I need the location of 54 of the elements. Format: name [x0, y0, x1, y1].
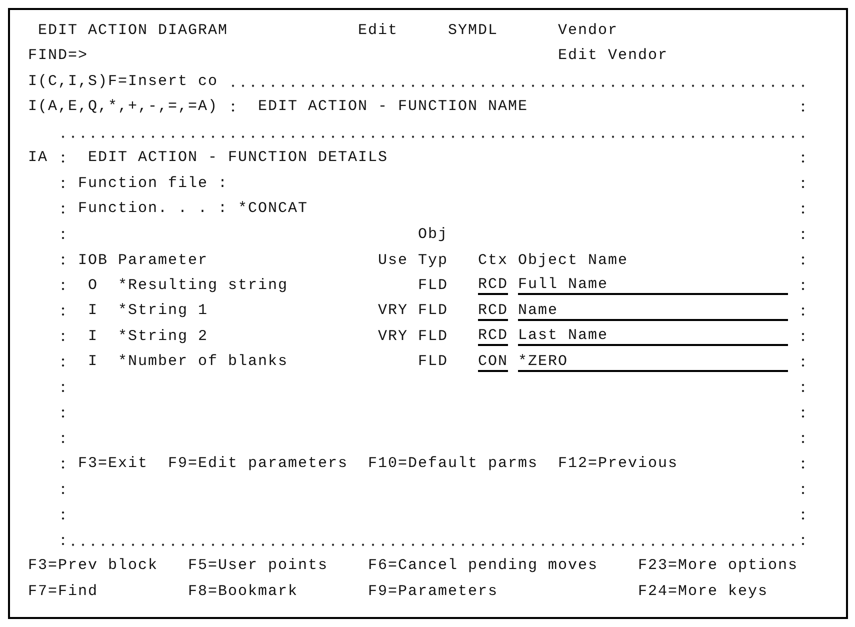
function-name: Edit Vendor: [558, 47, 668, 66]
function-key-hint: F9=Parameters: [368, 582, 498, 601]
table-cell: I: [88, 328, 98, 346]
context-field[interactable]: RCD: [478, 276, 508, 296]
table-cell: *Number of blanks: [118, 353, 288, 372]
function-key-hint: F12=Previous: [558, 455, 678, 474]
function-key-hint: F3=Exit: [78, 455, 148, 474]
object-name-field[interactable]: Full Name: [518, 276, 788, 296]
line-command-hint: I(C,I,S)F=Insert co: [28, 72, 218, 91]
function-key-hint: F5=User points: [188, 557, 328, 576]
column-heading: Use: [378, 250, 408, 270]
context-field[interactable]: CON: [478, 352, 508, 372]
object-name-field[interactable]: Name: [518, 302, 788, 321]
model-name: SYMDL: [448, 22, 498, 40]
table-cell: FLD: [418, 302, 448, 320]
table-cell: FLD: [418, 353, 448, 372]
column-heading: Object Name: [518, 250, 628, 270]
column-heading: IOB: [78, 250, 108, 270]
action-options: I(A,E,Q,*,+,-,=,=A): [28, 98, 218, 116]
table-cell: VRY: [378, 328, 408, 346]
function-key-hint: F6=Cancel pending moves: [368, 557, 598, 576]
window-title: EDIT ACTION - FUNCTION DETAILS: [88, 149, 388, 168]
function-key-hint: F23=More options: [638, 557, 798, 576]
table-cell: VRY: [378, 302, 408, 320]
column-heading: Obj Typ: [418, 225, 448, 270]
mode-label: Edit: [358, 22, 398, 40]
function-key-hint: F24=More keys: [638, 582, 768, 601]
screen-title: EDIT ACTION DIAGRAM: [38, 22, 228, 40]
table-cell: *String 2: [118, 328, 208, 346]
field-label: Function. . . :: [78, 200, 228, 218]
window-title: EDIT ACTION - FUNCTION NAME: [258, 98, 528, 116]
action-code: IA: [28, 149, 48, 168]
function-key-hint: F10=Default parms: [368, 455, 538, 474]
table-cell: O: [88, 276, 98, 295]
table-cell: FLD: [418, 328, 448, 346]
find-prompt: FIND=>: [28, 47, 88, 66]
field-label: Function file :: [78, 174, 228, 193]
object-name-field[interactable]: *ZERO: [518, 352, 788, 372]
table-cell: I: [88, 353, 98, 372]
object-name-field[interactable]: Last Name: [518, 327, 788, 346]
table-cell: FLD: [418, 276, 448, 295]
column-heading: Ctx: [478, 250, 508, 270]
function-key-hint: F7=Find: [28, 582, 98, 601]
function-key-hint: F9=Edit parameters: [168, 455, 348, 474]
function-key-hint: F3=Prev block: [28, 557, 158, 576]
table-cell: I: [88, 302, 98, 320]
context-field[interactable]: RCD: [478, 327, 508, 346]
table-cell: *String 1: [118, 302, 208, 320]
function-key-hint: F8=Bookmark: [188, 582, 298, 601]
field-value: *CONCAT: [238, 200, 308, 218]
file-name: Vendor: [558, 22, 618, 40]
column-heading: Parameter: [118, 250, 208, 270]
context-field[interactable]: RCD: [478, 302, 508, 321]
table-cell: *Resulting string: [118, 276, 288, 295]
